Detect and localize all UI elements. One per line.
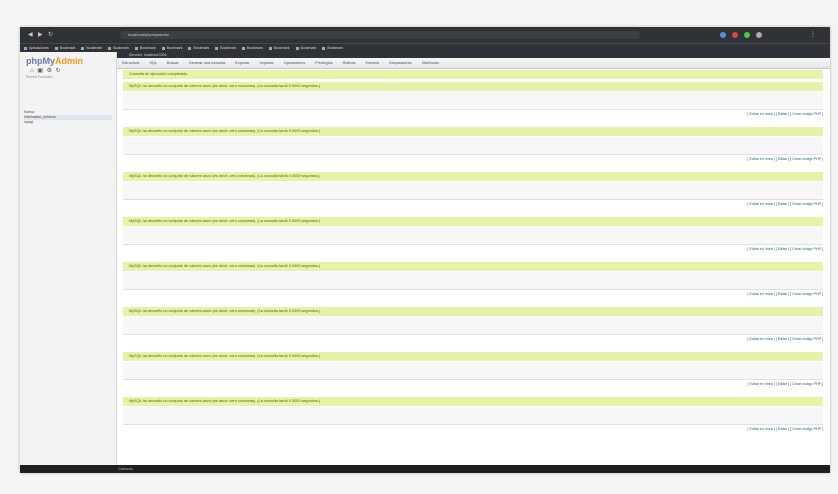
sql-query [123,272,823,290]
bookmark[interactable]: Bookmark [162,44,183,52]
success-message: MySQL ha devuelto un conjunto de valores… [123,307,823,316]
browser-window: ◀ ▶ ↻ localhost/phpmyadmin/ ⋮ Aplicacion… [20,27,830,473]
bookmarks-bar: Aplicaciones Bookmark Bookmark Bookmark … [20,43,830,52]
query-actions[interactable]: [ Editar en línea ] [ Editar ] [ Crear c… [748,291,823,297]
sql-query [123,362,823,380]
tab-operations[interactable]: Operaciones [279,58,311,68]
tab-designer[interactable]: Diseñador [417,58,444,68]
database-tree: Nueva information_schema mysql [24,110,112,125]
main-content: Servidor: localhost:3306 Estructura SQL … [117,52,830,465]
top-menu: Estructura SQL Buscar Generar una consul… [117,58,830,69]
success-message: MySQL ha devuelto un conjunto de valores… [123,397,823,406]
extension-icon[interactable] [744,32,750,38]
tab-import[interactable]: Importar [255,58,279,68]
query-actions[interactable]: [ Editar en línea ] [ Editar ] [ Crear c… [748,381,823,387]
sql-query [123,92,823,110]
bookmark[interactable]: Bookmark [188,44,209,52]
tab-triggers[interactable]: Disparadores [384,58,417,68]
sql-query [123,182,823,200]
extension-icon[interactable] [732,32,738,38]
success-message: MySQL ha devuelto un conjunto de valores… [123,127,823,136]
menu-icon[interactable]: ⋮ [810,32,816,38]
browser-toolbar: ◀ ▶ ↻ localhost/phpmyadmin/ ⋮ [20,27,830,43]
bookmark[interactable]: Bookmark [242,44,263,52]
bookmark[interactable]: Bookmark [269,44,290,52]
status-notice: Consulta de ejecución completada. [123,70,823,79]
quick-icons[interactable]: ⌂ ▣ ⚙ ↻ [30,67,62,74]
extension-icon[interactable] [720,32,726,38]
bookmark[interactable]: Bookmark [81,44,102,52]
success-message: MySQL ha devuelto un conjunto de valores… [123,172,823,181]
sql-query [123,407,823,425]
query-result: MySQL ha devuelto un conjunto de valores… [123,127,823,169]
bookmark[interactable]: Bookmark [135,44,156,52]
reload-icon[interactable]: ↻ [48,32,53,38]
tab-routines[interactable]: Rutinas [338,58,361,68]
query-result: MySQL ha devuelto un conjunto de valores… [123,262,823,304]
bookmark[interactable]: Bookmark [55,44,76,52]
tab-sql[interactable]: SQL [144,58,162,68]
query-result: MySQL ha devuelto un conjunto de valores… [123,307,823,349]
forward-icon[interactable]: ▶ [38,32,43,38]
console-label[interactable]: Consola [118,465,133,473]
sql-query [123,317,823,335]
back-icon[interactable]: ◀ [28,32,33,38]
tab-structure[interactable]: Estructura [117,58,144,68]
bookmark[interactable]: Bookmark [296,44,317,52]
success-message: MySQL ha devuelto un conjunto de valores… [123,217,823,226]
profile-icon[interactable] [756,32,762,38]
query-result: MySQL ha devuelto un conjunto de valores… [123,352,823,394]
bookmark[interactable]: Aplicaciones [24,44,49,52]
bookmark[interactable]: Bookmark [108,44,129,52]
success-message: MySQL ha devuelto un conjunto de valores… [123,82,823,91]
query-result: MySQL ha devuelto un conjunto de valores… [123,217,823,259]
logo-text-accent: Admin [55,56,83,66]
address-bar[interactable]: localhost/phpmyadmin/ [120,31,640,39]
tab-events[interactable]: Eventos [360,58,384,68]
query-actions[interactable]: [ Editar en línea ] [ Editar ] [ Crear c… [748,156,823,162]
query-actions[interactable]: [ Editar en línea ] [ Editar ] [ Crear c… [748,111,823,117]
sql-query [123,137,823,155]
recent-favorites[interactable]: Recent Favorites [26,75,52,79]
tab-privileges[interactable]: Privilegios [310,58,337,68]
tree-item[interactable]: mysql [24,120,112,125]
query-actions[interactable]: [ Editar en línea ] [ Editar ] [ Crear c… [748,246,823,252]
query-actions[interactable]: [ Editar en línea ] [ Editar ] [ Crear c… [748,426,823,432]
tab-query[interactable]: Generar una consulta [184,58,231,68]
query-result: MySQL ha devuelto un conjunto de valores… [123,82,823,124]
success-message: MySQL ha devuelto un conjunto de valores… [123,352,823,361]
tab-search[interactable]: Buscar [162,58,184,68]
bookmark[interactable]: Bookmark [215,44,236,52]
tab-export[interactable]: Exportar [230,58,254,68]
navigation-panel: phpMyAdmin ⌂ ▣ ⚙ ↻ Recent Favorites Nuev… [20,52,117,465]
query-result: MySQL ha devuelto un conjunto de valores… [123,172,823,214]
console-bar[interactable] [20,465,830,473]
success-message: MySQL ha devuelto un conjunto de valores… [123,262,823,271]
bookmark[interactable]: Bookmark [322,44,343,52]
sql-query [123,227,823,245]
query-result: MySQL ha devuelto un conjunto de valores… [123,397,823,439]
query-actions[interactable]: [ Editar en línea ] [ Editar ] [ Crear c… [748,201,823,207]
pma-logo[interactable]: phpMyAdmin [26,56,83,66]
logo-text: phpMy [26,56,55,66]
query-actions[interactable]: [ Editar en línea ] [ Editar ] [ Crear c… [748,336,823,342]
